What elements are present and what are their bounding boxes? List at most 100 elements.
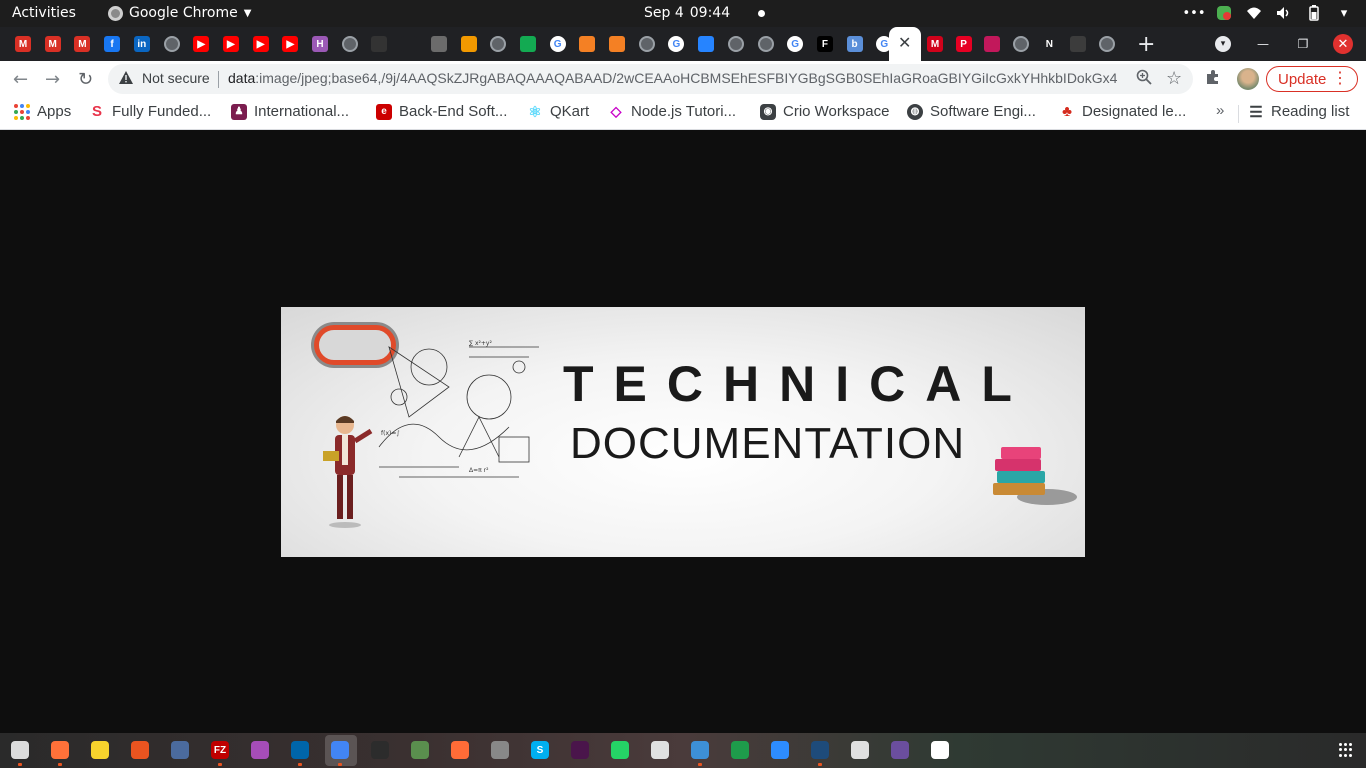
bookmark-crio[interactable]: ◉ Crio Workspace (760, 103, 889, 120)
app-icon[interactable] (430, 36, 447, 52)
bing-icon[interactable]: b (846, 36, 863, 52)
app-icon[interactable] (984, 36, 1001, 52)
hackerearth-icon[interactable]: H (312, 36, 328, 52)
pinterest-icon[interactable]: P (955, 36, 972, 52)
minimize-icon[interactable]: — (1253, 34, 1273, 54)
book-icon[interactable] (851, 741, 869, 759)
omnibox[interactable]: Not secure data:image/jpeg;base64,/9j/4A… (108, 64, 1193, 94)
app-icon[interactable] (1070, 36, 1086, 52)
url-text[interactable]: data:image/jpeg;base64,/9j/4AAQSkZJRgABA… (228, 70, 1118, 86)
new-tab-button[interactable]: + (1137, 32, 1155, 57)
close-tab-icon[interactable]: ✕ (898, 33, 911, 52)
globe-icon[interactable] (1012, 36, 1029, 52)
files-icon[interactable] (11, 741, 29, 759)
zoom-icon[interactable] (771, 741, 789, 759)
gmail-icon[interactable]: M (15, 36, 31, 52)
m-icon[interactable]: M (927, 36, 943, 52)
facebook-icon[interactable]: f (104, 36, 121, 52)
battery-icon[interactable] (1306, 5, 1322, 21)
forward-arrow-icon[interactable]: → (45, 69, 60, 90)
bookmark-designated[interactable]: ♣ Designated le... (1059, 103, 1186, 120)
activities-button[interactable]: Activities (12, 5, 76, 21)
extensions-puzzle-icon[interactable] (1205, 69, 1221, 89)
document-scanner-icon[interactable] (651, 741, 669, 759)
youtube-icon[interactable]: ▶ (193, 36, 210, 52)
bookmarks-overflow-button[interactable]: » (1216, 102, 1224, 119)
reading-list-button[interactable]: ☰ Reading list (1248, 103, 1349, 121)
screen-recorder-icon[interactable] (891, 741, 909, 759)
slack-icon[interactable] (571, 741, 589, 759)
reload-icon[interactable]: ↻ (78, 69, 93, 90)
google-icon[interactable]: G (787, 36, 804, 52)
volume-icon[interactable] (1276, 5, 1292, 21)
firefox-icon[interactable] (51, 741, 69, 759)
app-icon[interactable] (491, 741, 509, 759)
gmail-icon[interactable]: M (44, 36, 61, 52)
globe-icon[interactable] (490, 36, 507, 52)
image-viewer-icon[interactable] (411, 741, 429, 759)
youtube-icon[interactable]: ▶ (252, 36, 269, 52)
youtube-icon[interactable]: ▶ (282, 36, 299, 52)
globe-icon[interactable] (163, 36, 180, 52)
google-icon[interactable]: G (668, 36, 685, 52)
more-icon[interactable]: ••• (1183, 5, 1206, 21)
update-shield-icon[interactable] (1216, 5, 1232, 21)
zoom-icon[interactable] (1136, 69, 1152, 89)
bookmark-star-icon[interactable]: ☆ (1166, 68, 1182, 89)
atlassian-icon[interactable] (698, 36, 715, 52)
youtube-icon[interactable]: ▶ (222, 36, 239, 52)
restore-icon[interactable]: ❐ (1293, 34, 1313, 54)
clock[interactable]: Sep 4 09:44 (644, 5, 766, 21)
profile-avatar[interactable] (1237, 68, 1259, 90)
wifi-icon[interactable] (1246, 5, 1262, 21)
whatsapp-icon[interactable] (611, 741, 629, 759)
f-icon[interactable]: F (816, 36, 833, 52)
eclipse-icon[interactable] (171, 741, 189, 759)
globe-icon[interactable] (757, 36, 774, 52)
warning-app-icon[interactable] (460, 36, 477, 52)
google-icon[interactable]: G (549, 36, 566, 52)
globe-icon[interactable] (341, 36, 358, 52)
bookmark-back-end[interactable]: e Back-End Soft... (376, 103, 507, 120)
stackoverflow-icon[interactable] (579, 36, 596, 52)
skype-icon[interactable]: S (531, 741, 549, 759)
camera-app-icon[interactable] (91, 741, 109, 759)
tab-search-icon[interactable]: ▾ (1215, 36, 1231, 52)
filezilla-icon[interactable]: FZ (211, 741, 229, 759)
postman-icon[interactable] (451, 741, 469, 759)
tab-active[interactable]: ✕ (889, 27, 921, 61)
linkedin-icon[interactable]: in (133, 36, 150, 52)
security-label[interactable]: Not secure (142, 70, 210, 86)
kebab-menu-icon[interactable]: ⋮ (1332, 68, 1348, 88)
bow-icon[interactable] (401, 36, 418, 52)
bookmark-software-eng[interactable]: ◍ Software Engi... (907, 103, 1036, 120)
warning-icon[interactable] (118, 70, 134, 90)
terminal-icon[interactable] (371, 741, 389, 759)
globe-icon[interactable] (638, 36, 655, 52)
show-applications-icon[interactable] (1339, 743, 1353, 757)
mysql-workbench-icon[interactable] (811, 741, 829, 759)
power-menu-icon[interactable]: ▾ (1336, 5, 1352, 21)
vscode-icon[interactable] (291, 741, 309, 759)
close-window-icon[interactable]: ✕ (1333, 34, 1353, 54)
notion-icon[interactable]: N (1041, 36, 1058, 52)
chrome-icon[interactable] (331, 741, 349, 759)
app-menu[interactable]: Google Chrome ▼ (108, 5, 251, 21)
mongodb-icon[interactable] (519, 36, 536, 52)
back-arrow-icon[interactable]: ← (13, 69, 28, 90)
spreadsheet-icon[interactable] (731, 741, 749, 759)
technical-documentation-image[interactable]: ∑ x²+y² f(x)=∫ Δ=π r² TECHNICAL DOCUMENT… (281, 307, 1085, 557)
bookmark-nodejs[interactable]: ◇ Node.js Tutori... (608, 103, 736, 120)
update-button[interactable]: Update ⋮ (1266, 66, 1358, 92)
text-editor-icon[interactable] (691, 741, 709, 759)
bookmark-qkart[interactable]: ⚛ QKart (527, 103, 589, 121)
globe-icon[interactable] (727, 36, 744, 52)
software-center-icon[interactable] (131, 741, 149, 759)
github-icon[interactable] (371, 36, 388, 52)
gmail-icon[interactable]: M (74, 36, 91, 52)
bookmark-apps[interactable]: Apps (14, 103, 71, 120)
bookmark-fully-funded[interactable]: S Fully Funded... (89, 103, 211, 120)
system-tray[interactable]: ••• ▾ (1183, 5, 1352, 21)
stackoverflow-icon[interactable] (609, 36, 625, 52)
video-player-icon[interactable] (251, 741, 269, 759)
